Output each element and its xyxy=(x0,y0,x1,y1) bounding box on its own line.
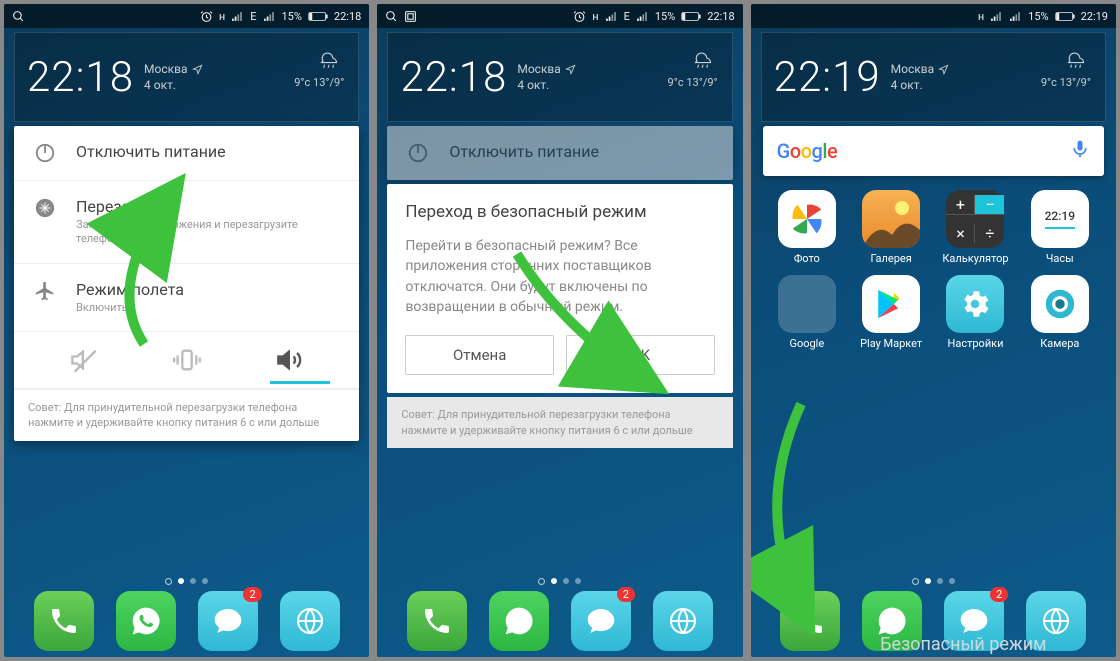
power-hint: Совет: Для принудительной перезагрузки т… xyxy=(387,397,732,448)
clock-weather-widget[interactable]: 22:19 Москва4 окт. 9°c 13°/9° xyxy=(761,32,1106,122)
camera-app[interactable]: Камера xyxy=(1018,275,1102,350)
phone-screenshot-2: н E 15% 22:18 22:18 Москва4 окт. 9°c 13°… xyxy=(377,4,742,657)
dialog-title: Переход в безопасный режим xyxy=(405,202,714,222)
photos-app[interactable]: Фото xyxy=(765,190,849,265)
ok-button[interactable]: OK xyxy=(566,335,715,375)
power-hint: Совет: Для принудительной перезагрузки т… xyxy=(14,389,359,441)
battery-percent: 15% xyxy=(282,10,302,23)
weather-icon xyxy=(314,47,344,72)
safe-mode-dialog: Переход в безопасный режим Перейти в без… xyxy=(387,184,732,393)
browser-icon[interactable] xyxy=(280,591,340,651)
phone-screenshot-1: н E 15% 22:18 22:18 Москва 4 окт. 9°c 13… xyxy=(4,4,369,657)
messages-icon[interactable]: 2 xyxy=(571,591,631,651)
airplane-mode-option[interactable]: Режим полетаВключить xyxy=(14,264,359,332)
signal-icon-2 xyxy=(263,10,276,23)
settings-app[interactable]: Настройки xyxy=(933,275,1017,350)
power-menu-dimmed: Отключить питание xyxy=(387,126,732,180)
widget-location: Москва 4 окт. xyxy=(144,62,202,92)
phone-app-icon[interactable] xyxy=(407,591,467,651)
play-store-app[interactable]: Play Маркет xyxy=(849,275,933,350)
clock-app[interactable]: 22:19Часы xyxy=(1018,190,1102,265)
restart-option[interactable]: ПерезапускЗакройте все приложения и пере… xyxy=(14,181,359,264)
safe-mode-label: Безопасный режим xyxy=(811,634,1116,655)
clock-weather-widget[interactable]: 22:18 Москва4 окт. 9°c 13°/9° xyxy=(387,32,732,122)
google-search-bar[interactable]: Google xyxy=(763,126,1104,176)
dock-area: 2 xyxy=(4,578,369,651)
google-folder[interactable]: Google xyxy=(765,275,849,350)
status-time: 22:18 xyxy=(334,10,361,23)
sound-option[interactable] xyxy=(276,346,304,374)
widget-time: 22:18 xyxy=(27,53,134,102)
dock-area: 2 xyxy=(377,578,742,651)
alarm-icon xyxy=(200,10,213,23)
calculator-app[interactable]: +−×÷Калькулятор xyxy=(933,190,1017,265)
sound-mode-row xyxy=(14,332,359,389)
power-icon xyxy=(32,142,58,164)
app-grid: Фото Галерея +−×÷Калькулятор 22:19Часы G… xyxy=(751,180,1116,360)
vibrate-option[interactable] xyxy=(173,346,201,374)
status-bar: н E 15% 22:18 xyxy=(377,4,742,28)
phone-app-icon[interactable] xyxy=(34,591,94,651)
cancel-button[interactable]: Отмена xyxy=(405,335,554,375)
messages-icon[interactable]: 2 xyxy=(198,591,258,651)
phone-screenshot-3: н 15% 22:19 22:19 Москва4 окт. 9°c 13°/9… xyxy=(751,4,1116,657)
google-logo: Google xyxy=(777,139,838,163)
dialog-body: Перейти в безопасный режим? Все приложен… xyxy=(405,236,714,317)
gallery-app[interactable]: Галерея xyxy=(849,190,933,265)
browser-icon[interactable] xyxy=(653,591,713,651)
screenshot-icon xyxy=(404,10,417,23)
restart-icon xyxy=(32,197,58,219)
power-menu: Отключить питание ПерезапускЗакройте все… xyxy=(14,126,359,441)
airplane-icon xyxy=(32,280,58,302)
power-off-option[interactable]: Отключить питание xyxy=(14,126,359,181)
page-indicator xyxy=(165,578,208,585)
status-bar: н 15% 22:19 xyxy=(751,4,1116,28)
alarm-icon xyxy=(573,10,586,23)
clock-weather-widget[interactable]: 22:18 Москва 4 окт. 9°c 13°/9° xyxy=(14,32,359,122)
mic-icon[interactable] xyxy=(1070,139,1090,163)
messages-badge: 2 xyxy=(243,587,261,602)
whatsapp-icon[interactable] xyxy=(489,591,549,651)
search-icon xyxy=(385,10,398,23)
search-icon xyxy=(12,10,25,23)
network-type: E xyxy=(250,10,256,23)
whatsapp-icon[interactable] xyxy=(116,591,176,651)
signal-icon xyxy=(231,10,244,23)
status-bar: н E 15% 22:18 xyxy=(4,4,369,28)
silent-option[interactable] xyxy=(70,346,98,374)
network-indicator: н xyxy=(219,10,225,23)
battery-icon xyxy=(308,11,328,22)
